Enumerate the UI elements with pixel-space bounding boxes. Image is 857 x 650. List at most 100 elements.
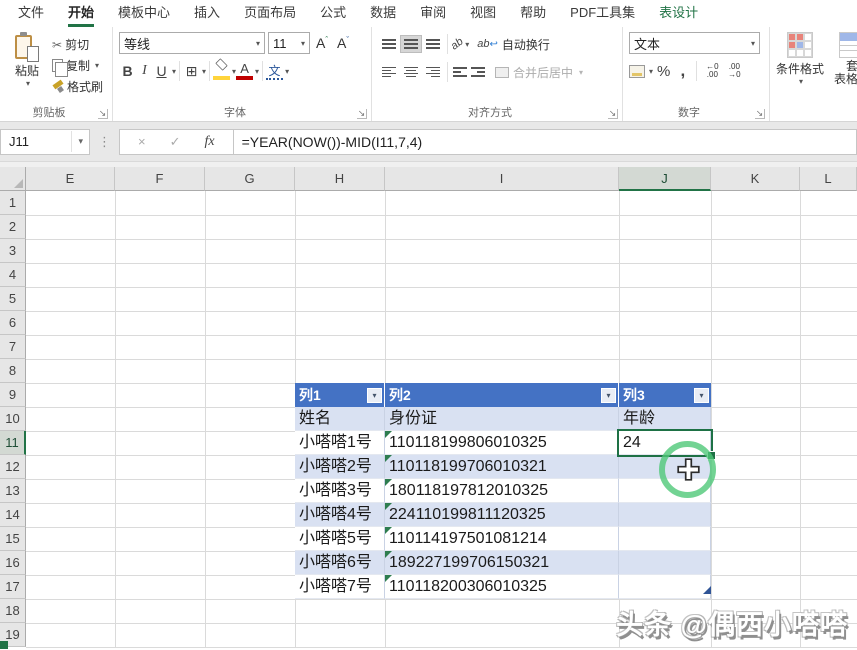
tab-视图[interactable]: 视图 xyxy=(458,0,508,27)
column-header-K[interactable]: K xyxy=(711,167,800,191)
cell-name[interactable]: 小嗒嗒7号 xyxy=(295,575,385,599)
formula-input[interactable]: =YEAR(NOW())-MID(I11,7,4) xyxy=(234,129,857,155)
italic-button[interactable]: I xyxy=(136,63,153,79)
column-header-G[interactable]: G xyxy=(205,167,295,191)
paste-dropdown-icon[interactable]: ▾ xyxy=(26,79,30,88)
cut-button[interactable]: ✂ 剪切 xyxy=(52,35,103,54)
table-header-cell-列1[interactable]: 列1▾ xyxy=(295,383,385,407)
number-format-dropdown-icon[interactable]: ▾ xyxy=(751,39,755,48)
format-as-table-button[interactable]: 套 表格格 xyxy=(834,32,857,86)
borders-button-icon[interactable]: ⊞ xyxy=(183,63,200,80)
cell-name[interactable]: 小嗒嗒4号 xyxy=(295,503,385,527)
conditional-formatting-button[interactable]: 条件格式 ▾ xyxy=(776,32,824,86)
row-header-5[interactable]: 5 xyxy=(0,287,26,311)
cell-name[interactable]: 小嗒嗒1号 xyxy=(295,431,385,455)
phonetic-button[interactable]: 文 xyxy=(266,62,283,80)
font-size-dropdown-icon[interactable]: ▾ xyxy=(301,39,305,48)
row-header-15[interactable]: 15 xyxy=(0,527,26,551)
tab-开始[interactable]: 开始 xyxy=(56,0,106,27)
tab-PDF工具集[interactable]: PDF工具集 xyxy=(558,0,647,27)
font-name-select[interactable]: 等线 ▾ xyxy=(119,32,265,54)
tab-数据[interactable]: 数据 xyxy=(358,0,408,27)
confirm-icon[interactable]: ✓ xyxy=(158,134,193,150)
row-header-7[interactable]: 7 xyxy=(0,335,26,359)
cell-id[interactable]: 110114197501081214 xyxy=(385,527,619,551)
tab-模板中心[interactable]: 模板中心 xyxy=(106,0,182,27)
align-right-icon[interactable] xyxy=(422,63,444,81)
column-header-J[interactable]: J xyxy=(619,167,711,191)
align-middle-icon[interactable] xyxy=(400,35,422,53)
cell-id[interactable]: 110118199806010325 xyxy=(385,431,619,455)
number-dialog-launcher-icon[interactable]: ↘ xyxy=(755,109,765,119)
table-label-cell[interactable]: 姓名 xyxy=(295,407,385,431)
row-header-13[interactable]: 13 xyxy=(0,479,26,503)
cell-id[interactable]: 110118200306010325 xyxy=(385,575,619,599)
font-dialog-launcher-icon[interactable]: ↘ xyxy=(357,109,367,119)
underline-button[interactable]: U xyxy=(153,63,170,79)
row-header-16[interactable]: 16 xyxy=(0,551,26,575)
insert-function-icon[interactable]: fx xyxy=(193,134,227,150)
accounting-dropdown-icon[interactable]: ▾ xyxy=(649,67,653,76)
percent-style-button[interactable]: % xyxy=(655,63,672,80)
column-header-E[interactable]: E xyxy=(26,167,115,191)
decrease-decimal-button[interactable]: .00→0 xyxy=(724,63,744,79)
filter-button-列2[interactable]: ▾ xyxy=(601,388,616,403)
row-header-10[interactable]: 10 xyxy=(0,407,26,431)
table-header-cell-列3[interactable]: 列3▾ xyxy=(619,383,711,407)
bold-button[interactable]: B xyxy=(119,63,136,79)
cell-name[interactable]: 小嗒嗒3号 xyxy=(295,479,385,503)
underline-dropdown-icon[interactable]: ▾ xyxy=(172,67,176,76)
paste-button[interactable]: 粘贴 ▾ xyxy=(6,32,48,96)
clipboard-dialog-launcher-icon[interactable]: ↘ xyxy=(98,109,108,119)
table-label-cell[interactable]: 年龄 xyxy=(619,407,711,431)
column-header-I[interactable]: I xyxy=(385,167,619,191)
column-header-L[interactable]: L xyxy=(800,167,857,191)
table-resize-handle[interactable] xyxy=(703,586,711,594)
cell-id[interactable]: 110118199706010321 xyxy=(385,455,619,479)
tab-页面布局[interactable]: 页面布局 xyxy=(232,0,308,27)
comma-style-button[interactable]: , xyxy=(674,66,691,76)
cell-id[interactable]: 189227199706150321 xyxy=(385,551,619,575)
tab-审阅[interactable]: 审阅 xyxy=(408,0,458,27)
font-size-select[interactable]: 11 ▾ xyxy=(268,32,310,54)
row-header-14[interactable]: 14 xyxy=(0,503,26,527)
orientation-icon[interactable]: ab xyxy=(449,36,466,53)
borders-dropdown-icon[interactable]: ▾ xyxy=(202,67,206,76)
tab-表设计[interactable]: 表设计 xyxy=(647,0,710,27)
cell-name[interactable]: 小嗒嗒5号 xyxy=(295,527,385,551)
cell-age[interactable] xyxy=(619,551,711,575)
cell-name[interactable]: 小嗒嗒2号 xyxy=(295,455,385,479)
wrap-text-button[interactable]: ab↩ 自动换行 xyxy=(477,36,550,53)
formula-bar-splitter-icon[interactable]: ⋮ xyxy=(90,134,119,150)
cell-age[interactable] xyxy=(619,503,711,527)
tab-插入[interactable]: 插入 xyxy=(182,0,232,27)
number-format-select[interactable]: 文本 ▾ xyxy=(629,32,760,54)
alignment-dialog-launcher-icon[interactable]: ↘ xyxy=(608,109,618,119)
row-header-8[interactable]: 8 xyxy=(0,359,26,383)
shrink-font-button[interactable]: Aˇ xyxy=(334,35,352,51)
align-left-icon[interactable] xyxy=(378,63,400,81)
table-header-cell-列2[interactable]: 列2▾ xyxy=(385,383,619,407)
font-name-dropdown-icon[interactable]: ▾ xyxy=(256,39,260,48)
conditional-formatting-dropdown-icon[interactable]: ▾ xyxy=(799,77,803,86)
tab-文件[interactable]: 文件 xyxy=(6,0,56,27)
font-color-dropdown-icon[interactable]: ▾ xyxy=(255,67,259,76)
cell-name[interactable]: 小嗒嗒6号 xyxy=(295,551,385,575)
merge-center-button[interactable]: 合并后居中 ▾ xyxy=(495,64,583,81)
row-header-17[interactable]: 17 xyxy=(0,575,26,599)
merge-center-dropdown-icon[interactable]: ▾ xyxy=(579,68,583,77)
fill-color-button[interactable] xyxy=(213,62,230,80)
row-header-2[interactable]: 2 xyxy=(0,215,26,239)
row-header-11[interactable]: 11 xyxy=(0,431,26,455)
copy-dropdown-icon[interactable]: ▾ xyxy=(95,61,99,70)
increase-decimal-button[interactable]: ←0.00 xyxy=(702,63,722,79)
cell-id[interactable]: 224110199811120325 xyxy=(385,503,619,527)
decrease-indent-icon[interactable] xyxy=(451,64,469,80)
tab-公式[interactable]: 公式 xyxy=(308,0,358,27)
orientation-dropdown-icon[interactable]: ▾ xyxy=(465,40,469,49)
font-color-button[interactable]: A xyxy=(236,62,253,80)
cell-age[interactable] xyxy=(619,527,711,551)
row-header-9[interactable]: 9 xyxy=(0,383,26,407)
filter-button-列1[interactable]: ▾ xyxy=(367,388,382,403)
column-header-F[interactable]: F xyxy=(115,167,205,191)
